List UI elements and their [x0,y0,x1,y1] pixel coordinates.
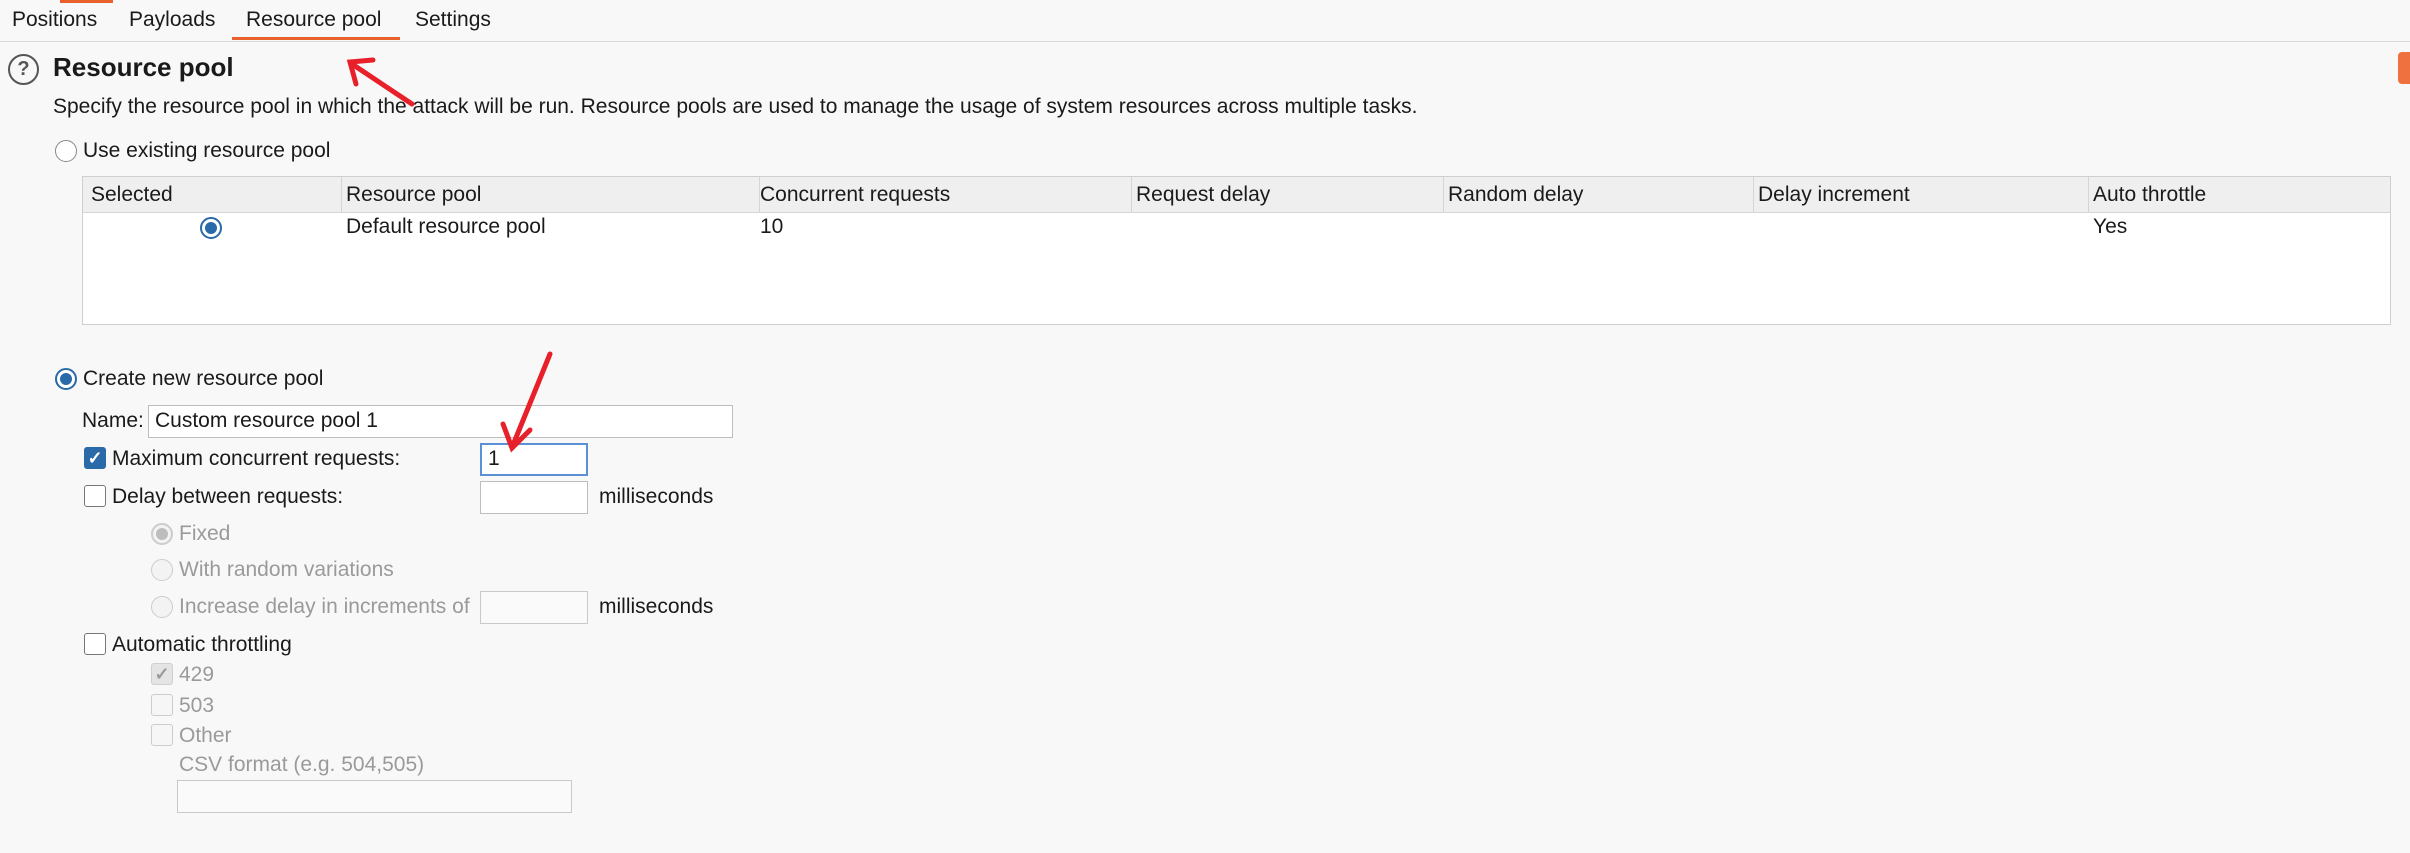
annotation-arrow-icon [500,351,553,453]
annotation-arrows [346,57,553,453]
annotation-arrow-icon [346,57,415,107]
